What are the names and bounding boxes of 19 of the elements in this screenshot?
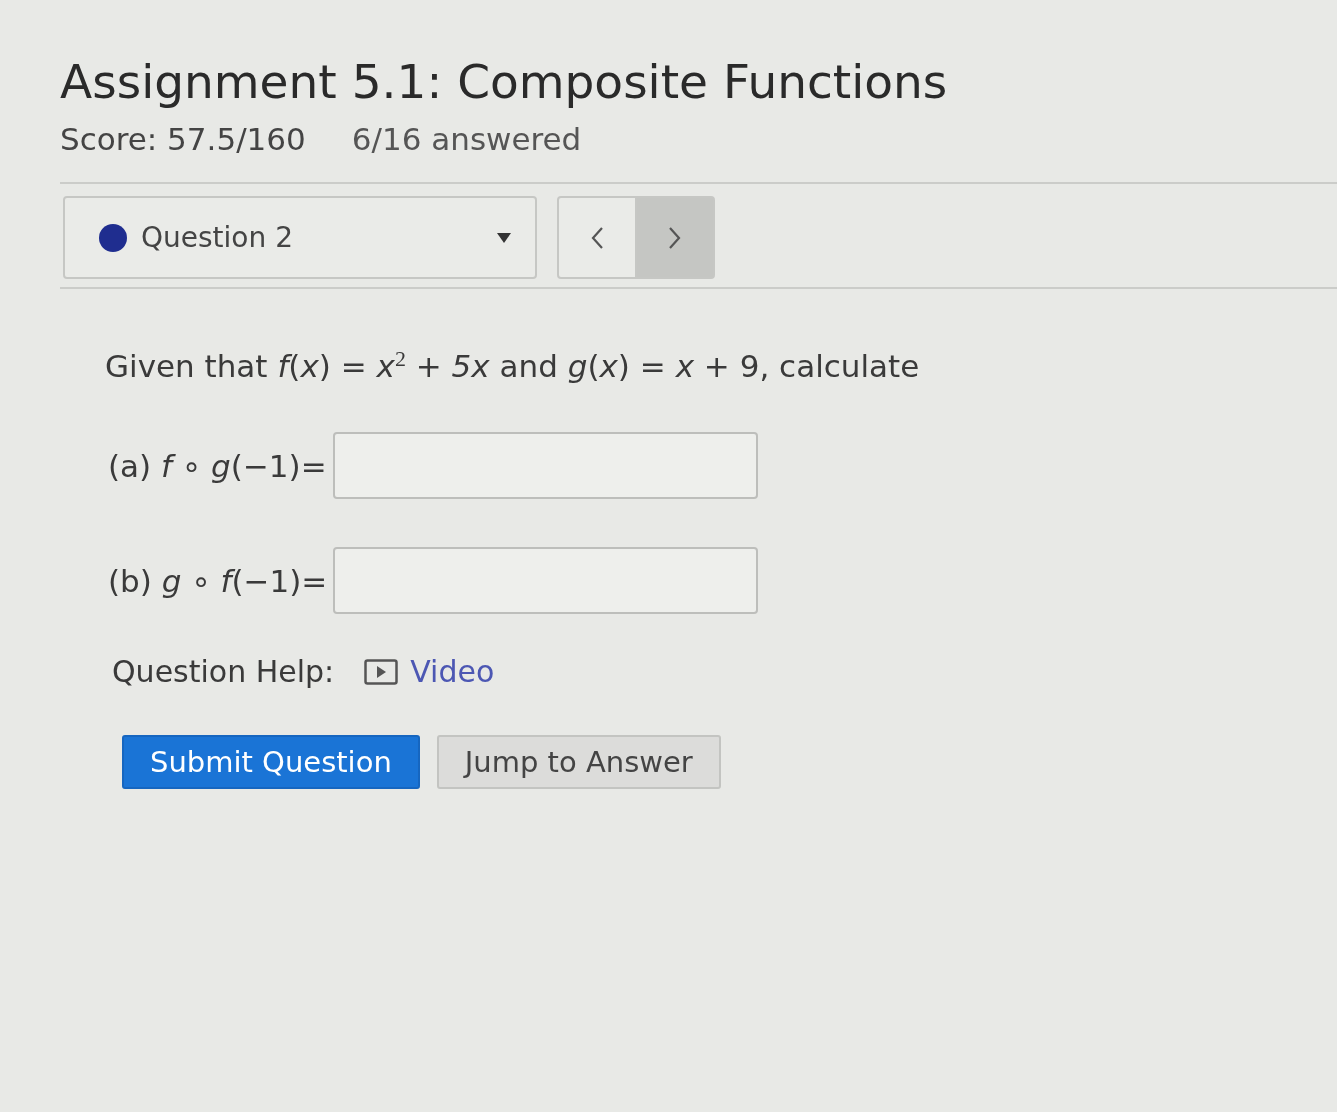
jump-to-answer-button[interactable]: Jump to Answer xyxy=(436,735,721,790)
score-text: Score: 57.5/160 xyxy=(60,120,306,159)
question-help-label: Question Help: xyxy=(112,654,335,690)
question-prompt: Given that f(x) = x$^{2}$ + 5x and g(x) = x + 9, calculate xyxy=(105,345,920,387)
question-dropdown[interactable]: Question 2 xyxy=(63,196,537,279)
answer-input[interactable] xyxy=(333,547,759,615)
caret-down-icon xyxy=(497,232,511,243)
video-link[interactable]: Video xyxy=(364,654,495,690)
answered-count: 6/16 answered xyxy=(351,120,582,159)
next-question-button[interactable] xyxy=(635,196,715,279)
submit-question-button[interactable]: Submit Question xyxy=(122,735,420,790)
chevron-right-icon xyxy=(668,225,682,250)
answer-input[interactable] xyxy=(332,432,758,500)
previous-question-button[interactable] xyxy=(557,196,637,279)
part-label: (a) f ∘ g(−1)= xyxy=(108,447,327,484)
video-play-icon xyxy=(364,658,399,685)
assignment-title: Assignment 5.1: Composite Functions xyxy=(60,53,948,111)
part-label: (b) g ∘ f(−1)= xyxy=(108,562,328,599)
chevron-left-icon xyxy=(590,225,604,250)
